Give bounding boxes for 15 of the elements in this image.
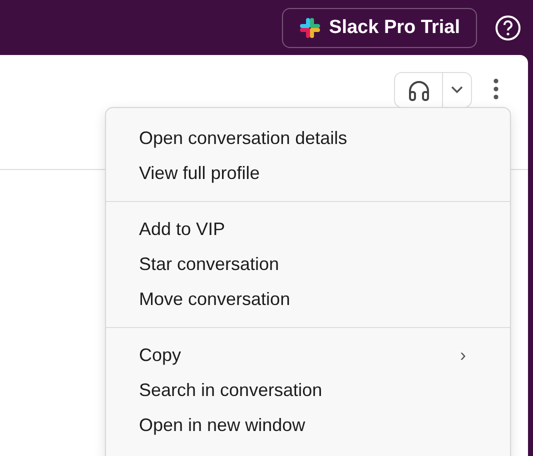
submenu-arrow: › [460,345,466,366]
menu-item[interactable]: Star conversation [106,247,510,282]
menu-item[interactable]: Search in conversation [106,373,510,408]
menu-item[interactable]: Open in new window [106,408,510,443]
logo-icon [299,16,322,38]
help-icon[interactable] [495,14,521,40]
headphones-icon [406,79,430,101]
menu-item[interactable]: Add to VIP [106,212,510,247]
menu-item[interactable]: Move conversation [106,282,510,317]
trial-button[interactable]: Slack Pro Trial [282,8,477,48]
menu-item[interactable]: View full profile [106,156,510,191]
more-icon [493,78,499,100]
menu-item[interactable]: Open conversation details [106,121,510,156]
chevron-down-icon [451,86,463,94]
menu-item[interactable]: Copy › [106,338,510,373]
